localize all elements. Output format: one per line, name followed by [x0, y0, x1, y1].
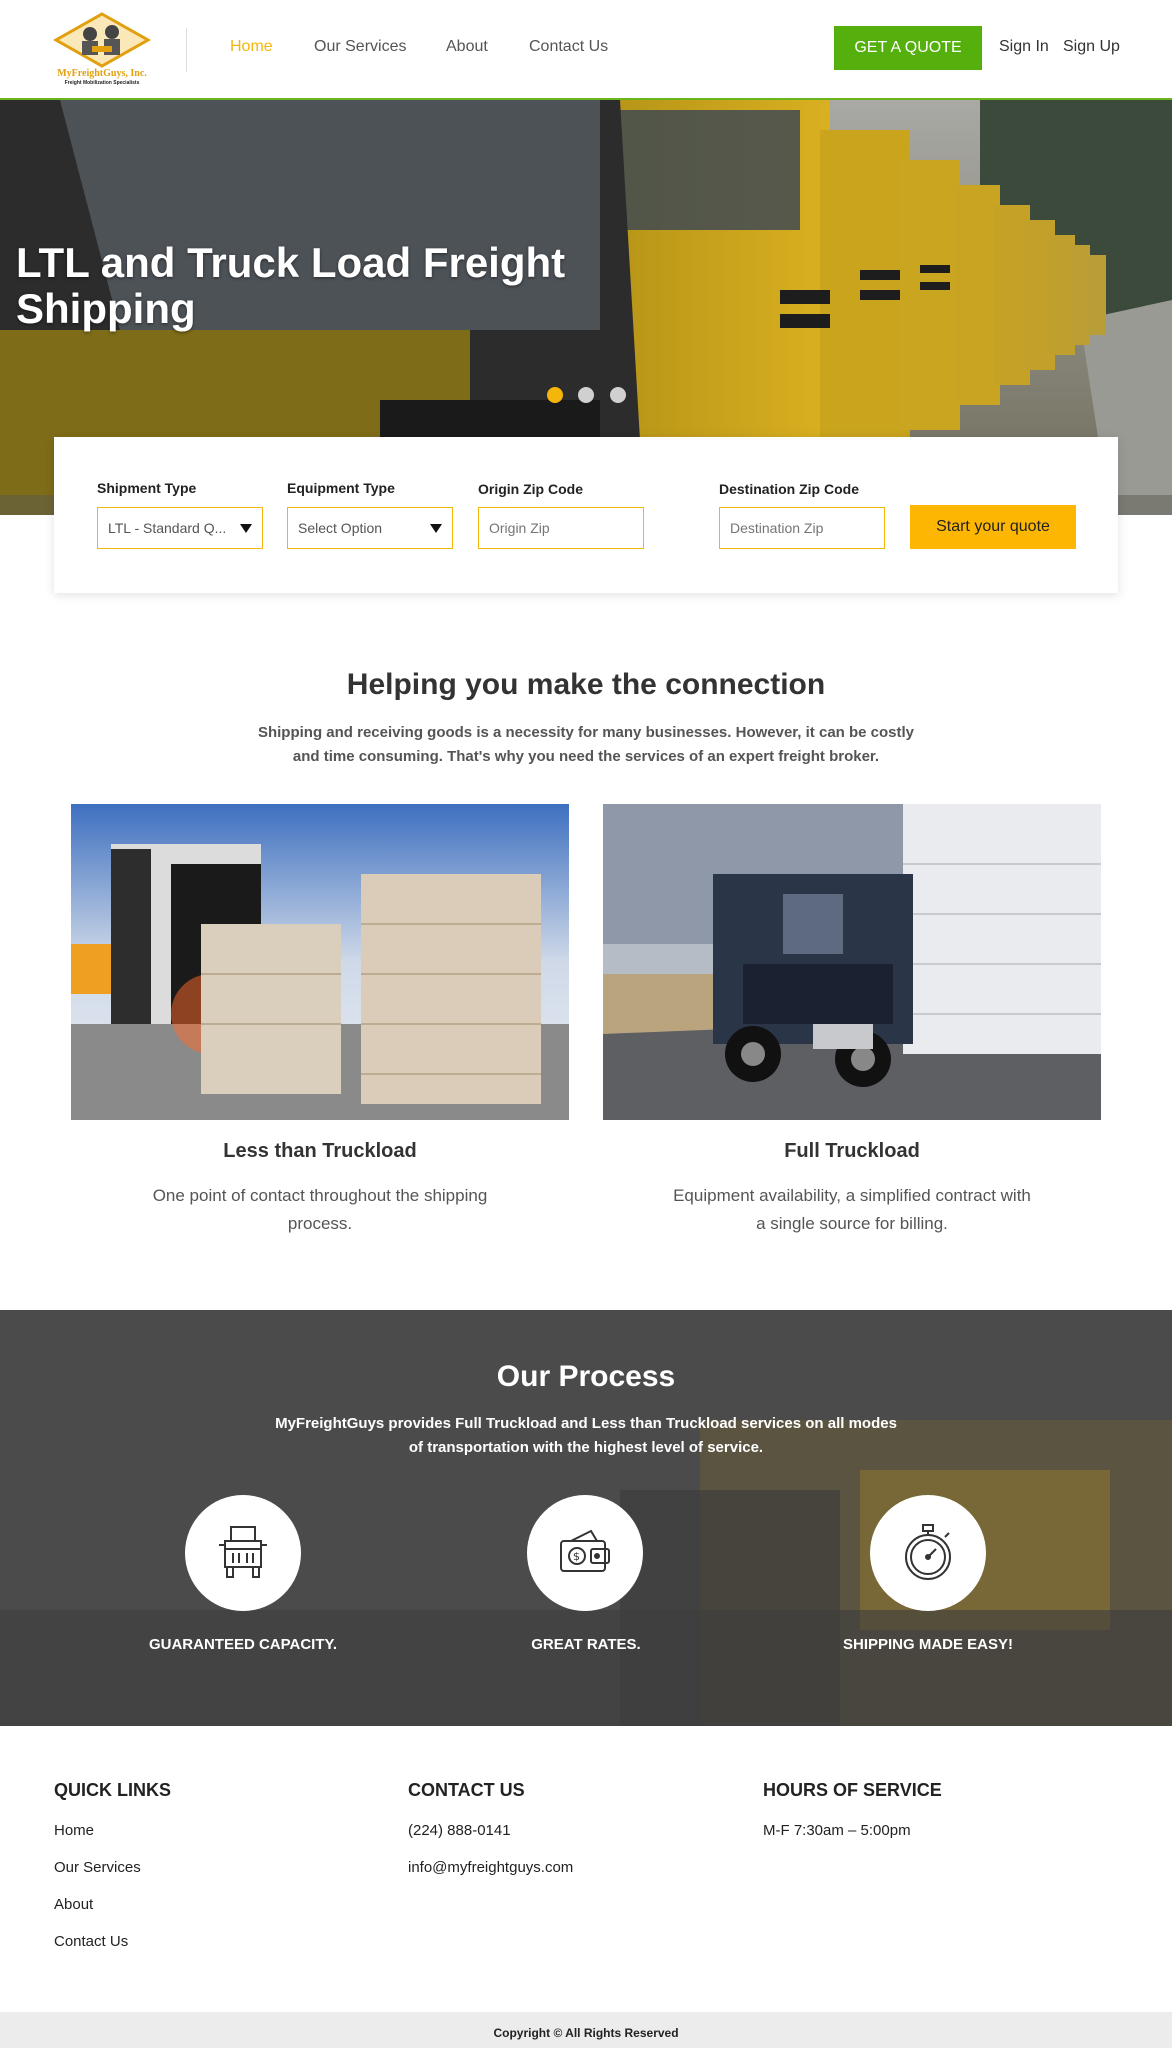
easy-label: SHIPPING MADE EASY! [842, 1636, 1014, 1653]
stopwatch-icon [905, 1524, 951, 1580]
hero-title: LTL and Truck Load Freight Shipping [16, 239, 566, 332]
copyright: Copyright © All Rights Reserved [0, 2012, 1172, 2048]
header-divider [186, 28, 187, 72]
destination-zip-label: Destination Zip Code [719, 481, 859, 497]
ltl-description: One point of contact throughout the ship… [152, 1186, 488, 1233]
quick-links-title: QUICK LINKS [54, 1780, 171, 1800]
process-section: Our Process MyFreightGuys provides Full … [0, 1310, 1172, 1726]
slider-dot-2[interactable] [578, 387, 594, 403]
footer-link-about[interactable]: About [54, 1896, 93, 1913]
slider-dot-1[interactable] [547, 387, 563, 403]
logo-text: MyFreightGuys, Inc. [57, 68, 147, 79]
shipment-type-label: Shipment Type [97, 480, 197, 496]
footer-link-our-services[interactable]: Our Services [54, 1859, 141, 1876]
quote-form: Shipment Type LTL - Standard Q... Equipm… [54, 437, 1118, 593]
footer-hours: M-F 7:30am – 5:00pm [763, 1822, 911, 1839]
easy-circle [870, 1495, 986, 1611]
rates-circle: $ [527, 1495, 643, 1611]
equipment-type-value: Select Option [298, 520, 383, 536]
nav-about[interactable]: About [446, 38, 488, 56]
logo-tagline: Freight Mobilization Specialists [64, 80, 140, 86]
capacity-label: GUARANTEED CAPACITY. [148, 1636, 338, 1653]
caret-down-icon [240, 524, 252, 533]
process-title: Our Process [496, 1360, 676, 1393]
wallet-icon: $ [560, 1529, 610, 1572]
logo[interactable]: MyFreightGuys, Inc. Freight Mobilization… [52, 10, 152, 88]
logo-emblem-icon [52, 12, 152, 68]
process-description: MyFreightGuys provides Full Truckload an… [275, 1415, 897, 1456]
origin-zip-label: Origin Zip Code [478, 481, 583, 497]
footer-email[interactable]: info@myfreightguys.com [408, 1859, 573, 1876]
contact-title: CONTACT US [408, 1780, 525, 1800]
ftl-description: Equipment availability, a simplified con… [673, 1186, 1031, 1233]
caret-down-icon [430, 524, 442, 533]
svg-text:$: $ [573, 1550, 580, 1563]
nav-contact-us[interactable]: Contact Us [529, 38, 608, 56]
hours-title: HOURS OF SERVICE [763, 1780, 942, 1800]
rates-label: GREAT RATES. [531, 1636, 641, 1653]
footer-link-contact-us[interactable]: Contact Us [54, 1933, 128, 1950]
footer-link-home[interactable]: Home [54, 1822, 94, 1839]
connection-title: Helping you make the connection [346, 668, 826, 701]
capacity-circle [185, 1495, 301, 1611]
sign-up-link[interactable]: Sign Up [1063, 38, 1120, 56]
truck-icon [219, 1526, 267, 1578]
ftl-image [603, 804, 1101, 1120]
start-quote-button[interactable]: Start your quote [910, 505, 1076, 549]
equipment-type-label: Equipment Type [287, 480, 395, 496]
nav-home[interactable]: Home [230, 38, 273, 56]
get-a-quote-button[interactable]: GET A QUOTE [834, 26, 982, 70]
site-header: MyFreightGuys, Inc. Freight Mobilization… [0, 0, 1172, 100]
footer-phone[interactable]: (224) 888-0141 [408, 1822, 511, 1839]
nav-our-services[interactable]: Our Services [314, 38, 406, 56]
destination-zip-input[interactable] [719, 507, 885, 549]
slider-dot-3[interactable] [610, 387, 626, 403]
shipment-type-value: LTL - Standard Q... [108, 520, 227, 536]
origin-zip-input[interactable] [478, 507, 644, 549]
connection-description: Shipping and receiving goods is a necess… [257, 724, 915, 765]
ftl-title: Full Truckload [784, 1140, 920, 1162]
ltl-title: Less than Truckload [223, 1140, 417, 1162]
ltl-image [71, 804, 569, 1120]
equipment-type-select[interactable]: Select Option [287, 507, 453, 549]
sign-in-link[interactable]: Sign In [999, 38, 1049, 56]
shipment-type-select[interactable]: LTL - Standard Q... [97, 507, 263, 549]
